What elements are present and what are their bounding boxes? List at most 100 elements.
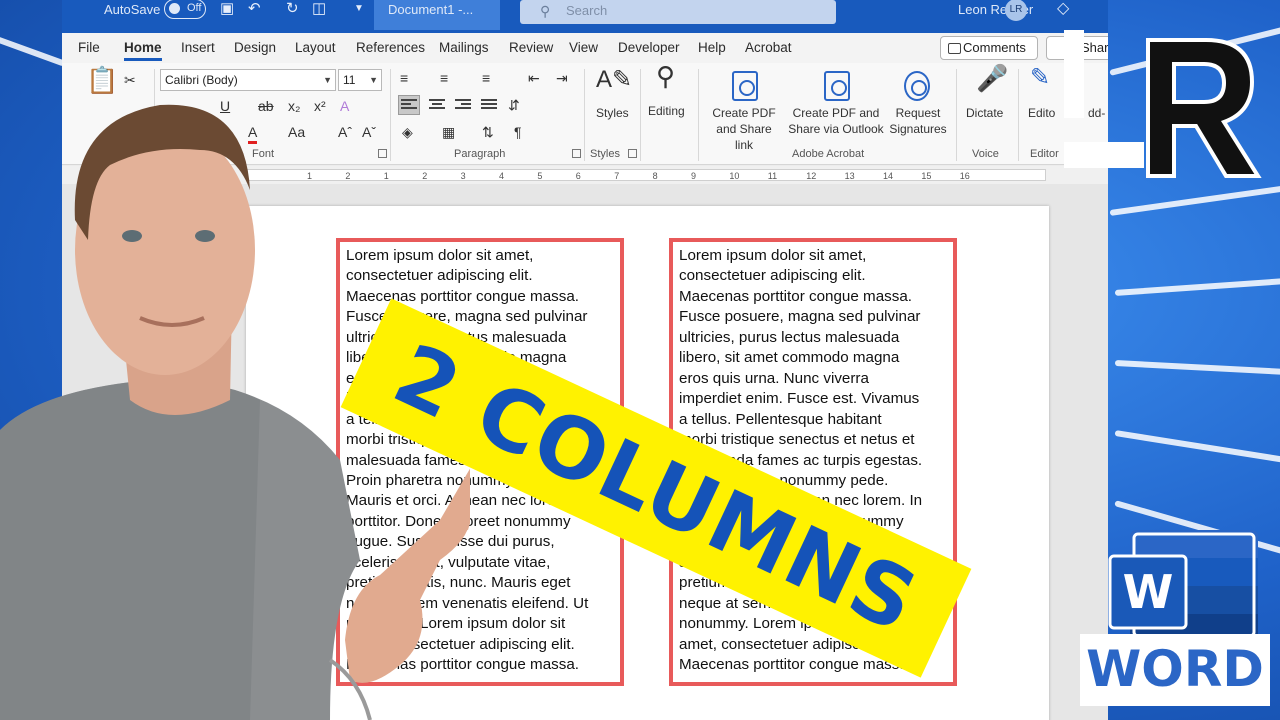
tab-layout[interactable]: Layout [295,40,336,55]
divider [698,69,699,161]
tab-insert[interactable]: Insert [181,40,215,55]
show-formatting-icon[interactable]: ¶ [514,123,522,141]
pdf-mail-icon [824,71,850,101]
tab-home[interactable]: Home [124,40,162,61]
underline-icon[interactable]: U [220,97,230,115]
ruler-number: 1 [307,171,313,181]
superscript-icon[interactable]: x² [314,97,326,115]
ribbon: 📋 ✂ Calibri (Body) ▼ 11 ▼ U ab x₂ x² A A… [62,63,1108,165]
create-pdf-label: Create PDF and Share link [712,106,776,152]
ruler-number: 9 [691,171,697,181]
word-app-icon: W [1108,530,1258,640]
paragraph-dialog-launcher[interactable] [572,149,581,158]
tab-references[interactable]: References [356,40,425,55]
ruler-number: 14 [883,171,894,181]
tab-view[interactable]: View [569,40,598,55]
search-placeholder: Search [566,3,608,18]
strikethrough-icon[interactable]: ab [258,97,274,115]
customize-toolbar-icon[interactable]: ▼ [354,0,364,18]
styles-label: Styles [596,106,629,120]
ruler-number: 5 [537,171,543,181]
shading-icon[interactable]: ◈ [402,123,413,141]
tab-acrobat[interactable]: Acrobat [745,40,792,55]
font-size-value: 11 [343,73,356,87]
ruler-number: 11 [767,171,778,181]
save-icon[interactable]: ▣ [220,0,234,18]
avatar[interactable]: LR [1005,0,1027,21]
request-signatures-label: Request Signatures [889,106,947,136]
search-input[interactable]: ⚲ Search [520,0,836,24]
editor-group-label: Editor [1030,148,1059,160]
autosave-toggle[interactable]: Off [164,0,206,19]
ruler-number: 7 [614,171,620,181]
cut-icon[interactable]: ✂ [124,71,136,89]
subscript-icon[interactable]: x₂ [288,97,300,115]
align-center-button[interactable] [426,95,448,115]
acrobat-group-label: Adobe Acrobat [792,148,865,160]
multilevel-list-icon[interactable]: ≡ [482,69,490,87]
divider [390,69,391,161]
change-case-icon[interactable]: Aa [288,123,305,141]
grow-font-icon[interactable]: Aˆ [338,123,352,141]
divider [154,69,155,161]
voice-group-label: Voice [972,148,999,160]
divider [1018,69,1019,161]
word-logo-label: WORD [1080,634,1270,706]
create-pdf-outlook-label: Create PDF and Share via Outlook [788,106,884,136]
align-center-icon [429,99,445,111]
line-spacing-icon[interactable]: ⇵ [508,96,520,114]
ruler-number: 12 [806,171,817,181]
light-ray [1114,360,1280,377]
document-title: Document1 -... [374,0,500,30]
paste-icon[interactable]: 📋 [86,67,118,93]
bullets-icon[interactable]: ≡ [400,69,408,87]
align-right-button[interactable] [452,95,474,115]
undo-icon[interactable]: ↶ [248,0,261,18]
pdf-link-icon [732,71,758,101]
tab-design[interactable]: Design [234,40,276,55]
justify-icon [481,99,497,111]
styles-icon: A✎ [596,66,633,93]
ruler-number: 6 [575,171,581,181]
decrease-indent-icon[interactable]: ⇤ [528,69,540,87]
font-dialog-launcher[interactable] [378,149,387,158]
comments-button[interactable]: Comments [940,36,1038,60]
tab-help[interactable]: Help [698,40,726,55]
increase-indent-icon[interactable]: ⇥ [556,69,568,87]
tab-review[interactable]: Review [509,40,553,55]
clipboard-icon[interactable]: ◫ [312,0,326,18]
tab-mailings[interactable]: Mailings [439,40,489,55]
divider [956,69,957,161]
styles-dialog-launcher[interactable] [628,149,637,158]
shrink-font-icon[interactable]: Aˇ [362,123,376,141]
tab-developer[interactable]: Developer [618,40,680,55]
ruler-number: 3 [460,171,466,181]
justify-button[interactable] [478,95,500,115]
font-name-select[interactable]: Calibri (Body) ▼ [160,69,336,91]
editor-label: Edito [1028,106,1056,120]
light-ray [1114,430,1280,468]
numbering-icon[interactable]: ≡ [440,69,448,87]
ruler-number: 13 [844,171,855,181]
ruler-number: 2 [422,171,428,181]
ruler-number: 2 [345,171,351,181]
word-logo-letter: W [1123,565,1174,619]
title-bar: AutoSave Off ▣ ↶ ↻ ◫ ▼ Document1 -... ⚲ … [62,0,1108,33]
ruler-number: 15 [921,171,932,181]
tab-file[interactable]: File [78,40,100,55]
font-size-select[interactable]: 11 ▼ [338,69,382,91]
ruler-number: 16 [959,171,970,181]
comments-label: Comments [963,40,1026,55]
editor-pen-icon: ✎ [1030,64,1051,91]
ruler-number: 10 [729,171,740,181]
redo-icon[interactable]: ↻ [286,0,299,18]
diamond-icon[interactable]: ◇ [1057,0,1069,18]
light-ray [1109,182,1280,216]
borders-icon[interactable]: ▦ [442,123,455,141]
chevron-down-icon: ▼ [323,75,332,85]
align-left-button[interactable] [398,95,420,115]
font-color-icon[interactable]: A [248,123,258,144]
sort-icon[interactable]: ⇅ [482,123,494,141]
text-effects-icon[interactable]: A [340,97,349,115]
ruler-number: 8 [652,171,658,181]
